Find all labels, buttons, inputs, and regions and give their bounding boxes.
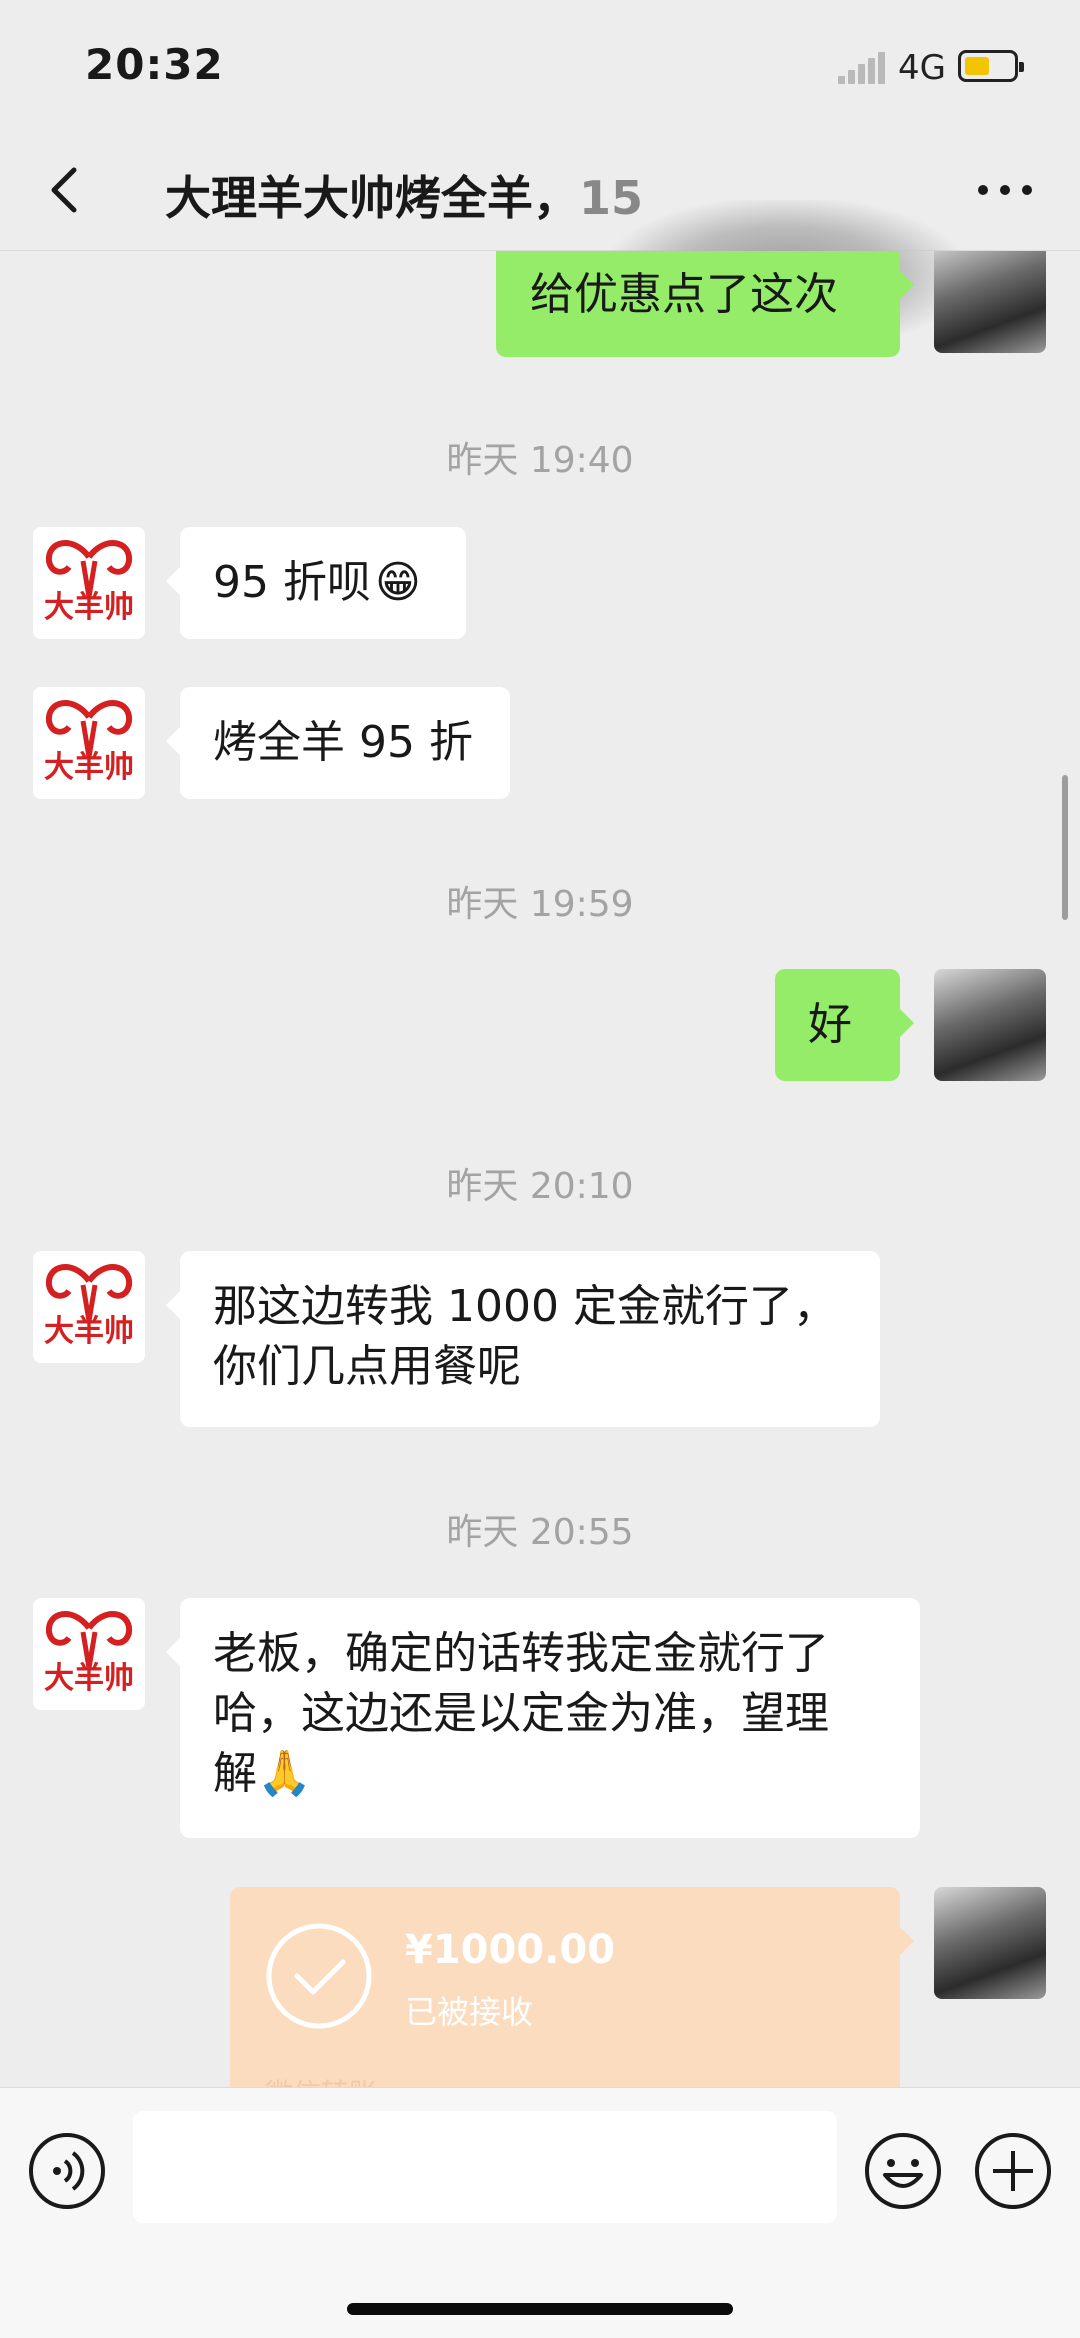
message-timestamp: 昨天 20:10: [446, 1166, 634, 1207]
pray-emoji: 🙏: [257, 1748, 312, 1799]
message-bubble-outgoing[interactable]: 好: [775, 969, 914, 1081]
contact-avatar[interactable]: 大羊帅: [33, 1251, 145, 1363]
message-list[interactable]: 给优惠点了这次 昨天 19:40 大羊帅 95 折呗😁 大羊帅 烤全羊 95 折…: [0, 251, 1080, 2087]
back-chevron-icon[interactable]: [36, 160, 96, 220]
grin-emoji: 😁: [374, 557, 421, 608]
transfer-footer: 微信转账: [265, 2072, 377, 2087]
goat-logo-icon: 大羊帅: [44, 700, 134, 785]
transfer-card[interactable]: ¥1000.00 已被接收 微信转账: [230, 1887, 914, 2087]
goat-logo-icon: 大羊帅: [44, 1264, 134, 1349]
message-bubble-incoming[interactable]: 那这边转我 1000 定金就行了， 你们几点用餐呢: [166, 1251, 880, 1427]
message-bubble-outgoing[interactable]: 给优惠点了这次: [496, 251, 914, 357]
message-input[interactable]: [133, 2111, 837, 2223]
svg-text:大羊帅: 大羊帅: [44, 1314, 134, 1349]
chat-title-name: 大理羊大帅烤全羊，: [165, 171, 579, 225]
message-timestamp: 昨天 19:59: [446, 884, 634, 925]
message-bubble-incoming[interactable]: 95 折呗😁: [166, 527, 466, 639]
contact-avatar[interactable]: 大羊帅: [33, 1598, 145, 1710]
transfer-status: 已被接收: [405, 1993, 534, 2031]
network-type: 4G: [898, 48, 946, 88]
emoji-icon[interactable]: [863, 2131, 943, 2211]
svg-text:大羊帅: 大羊帅: [44, 750, 134, 785]
signal-icon: [838, 52, 885, 84]
more-icon[interactable]: [970, 172, 1040, 208]
check-circle-icon: [266, 1923, 372, 2029]
voice-icon[interactable]: [27, 2131, 107, 2211]
transfer-amount: ¥1000.00: [405, 1927, 616, 1973]
goat-logo-icon: 大羊帅: [44, 540, 134, 625]
home-indicator[interactable]: [347, 2303, 733, 2315]
chat-title: 大理羊大帅烤全羊，15: [165, 162, 643, 228]
my-avatar[interactable]: [934, 251, 1046, 353]
message-bubble-incoming[interactable]: 烤全羊 95 折: [166, 687, 510, 799]
message-bubble-incoming[interactable]: 老板，确定的话转我定金就行了 哈，这边还是以定金为准，望理 解🙏: [166, 1598, 920, 1838]
contact-avatar[interactable]: 大羊帅: [33, 527, 145, 639]
chat-header: 大理羊大帅烤全羊，15: [0, 130, 1080, 350]
scroll-indicator: [1062, 775, 1068, 920]
contact-avatar[interactable]: 大羊帅: [33, 687, 145, 799]
message-timestamp: 昨天 19:40: [446, 440, 634, 481]
battery-icon: [958, 50, 1024, 82]
status-time: 20:32: [85, 40, 224, 89]
plus-icon[interactable]: [973, 2131, 1053, 2211]
message-timestamp: 昨天 20:55: [446, 1512, 634, 1553]
svg-text:大羊帅: 大羊帅: [44, 1661, 134, 1696]
svg-text:大羊帅: 大羊帅: [44, 590, 134, 625]
my-avatar[interactable]: [934, 969, 1046, 1081]
input-bar: [0, 2087, 1080, 2338]
status-bar: 20:32 4G: [0, 0, 1080, 130]
my-avatar[interactable]: [934, 1887, 1046, 1999]
goat-logo-icon: 大羊帅: [44, 1611, 134, 1696]
